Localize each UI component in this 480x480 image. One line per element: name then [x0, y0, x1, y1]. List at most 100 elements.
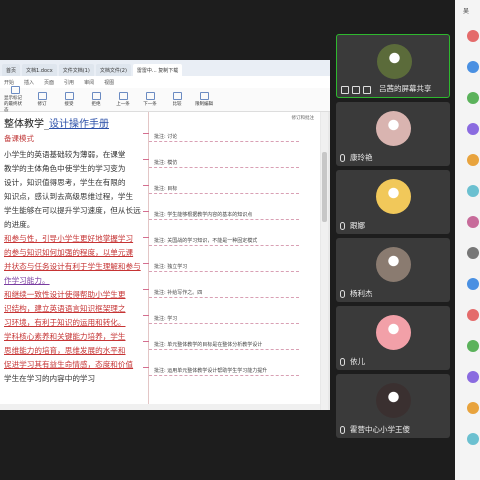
participant-tile[interactable]: 霍营中心小学王傻: [336, 374, 450, 438]
participant-tile[interactable]: 跟娜: [336, 170, 450, 234]
document-tab[interactable]: 文件文档(1): [58, 64, 94, 76]
attendee-avatar[interactable]: [467, 247, 479, 259]
toolbar-button[interactable]: 拒绝: [85, 92, 107, 107]
paragraph-line: 知识点，感认到去高级思维过程，学生: [4, 192, 134, 201]
horizontal-scrollbar[interactable]: [0, 404, 320, 410]
menu-item[interactable]: 视图: [104, 79, 114, 86]
paragraph-line: 学生能够在可以提升学习速度，但从长远: [4, 206, 141, 215]
menu-item[interactable]: 开始: [4, 79, 14, 86]
comment-connector: [143, 263, 149, 264]
comment-item[interactable]: 批注: 学习: [143, 312, 299, 324]
attendee-avatar[interactable]: [467, 123, 479, 135]
scrollbar-thumb[interactable]: [322, 152, 327, 222]
attendee-strip: [455, 0, 480, 480]
hand-photo-avatar: [376, 247, 411, 282]
attendee-avatar[interactable]: [467, 92, 479, 104]
toolbar-button-label: 显示标记的最终状态: [4, 96, 22, 113]
attendee-avatar[interactable]: [467, 371, 479, 383]
attendee-avatar[interactable]: [467, 61, 479, 73]
comment-item[interactable]: 批注: 独立学习: [143, 260, 299, 272]
comment-connector: [143, 133, 149, 134]
paragraph-line: 的进度。: [4, 220, 35, 229]
comment-item[interactable]: 批注: 学生能够根据教学内容的基本的知识点: [143, 208, 299, 220]
participant-name: 康玲艳: [350, 153, 373, 162]
toolbar-button[interactable]: 上一条: [112, 92, 134, 107]
restrict-icon: [199, 92, 209, 100]
document-tab[interactable]: 文档1.docx: [22, 64, 57, 76]
comment-connector: [143, 211, 149, 212]
menu-item[interactable]: 引用: [64, 79, 74, 86]
toolbar-button-label: 比较: [172, 102, 182, 107]
microphone-icon: [340, 358, 345, 366]
attendee-avatar[interactable]: [467, 433, 479, 445]
cartoon-girl-avatar: [376, 179, 411, 214]
screen-share-icon: [352, 86, 360, 94]
attendee-avatar[interactable]: [467, 340, 479, 352]
menu-item[interactable]: 审阅: [84, 79, 94, 86]
toolbar-button[interactable]: 修订: [31, 92, 53, 107]
paragraph-line: 的参与知识如何加强的程度，以单元课: [4, 248, 134, 257]
attendee-avatar[interactable]: [467, 154, 479, 166]
title-prefix: 整体教学: [4, 119, 44, 130]
menu-item[interactable]: 插入: [24, 79, 34, 86]
comment-item[interactable]: 批注: 模仿: [143, 156, 299, 168]
attendee-avatar[interactable]: [467, 30, 479, 42]
document-tab[interactable]: 首页: [2, 64, 21, 76]
paragraph-line: 并状态与任务设计有利于学生理解和参与: [4, 262, 141, 271]
paragraph-line: 教学的主体角色中使学生的学习变为: [4, 164, 126, 173]
vertical-scrollbar[interactable]: [321, 112, 328, 410]
toolbar-button-label: 限制编辑: [195, 102, 213, 107]
document-paragraphs: 小学生的英语基础较为薄弱，在课堂 教学的主体角色中使学生的学习变为 设计，知识值得思…: [4, 148, 148, 386]
attendee-avatar[interactable]: [467, 216, 479, 228]
comment-connector: [143, 341, 149, 342]
attendee-strip-label: 吴: [463, 8, 470, 15]
paragraph-line: 学生在学习的内容中的学习: [4, 374, 96, 383]
paragraph-line: 识结构，建立英语语言知识框架理之: [4, 304, 126, 313]
comment-connector: [143, 315, 149, 316]
comment-item[interactable]: 批注: 关国战的学习知识，不能是一种固定模式: [143, 234, 299, 246]
participant-tile[interactable]: 依儿: [336, 306, 450, 370]
comment-pane-header[interactable]: 修订和批注: [292, 115, 315, 121]
participant-tile[interactable]: 吕茜的屏幕共享: [336, 34, 450, 98]
comment-connector: [143, 367, 149, 368]
tree-photo-avatar: [377, 44, 412, 79]
attendee-avatar[interactable]: [467, 309, 479, 321]
participant-name: 霍营中心小学王傻: [350, 425, 410, 434]
markup-icon: [10, 86, 20, 94]
attendee-avatar[interactable]: [467, 278, 479, 290]
toolbar-button-label: 接受: [64, 102, 74, 107]
paragraph-line: 小学生的英语基础较为薄弱，在课堂: [4, 150, 126, 159]
document-text: 整体教学_设计操作手册 备课模式 小学生的英语基础较为薄弱，在课堂 教学的主体角色…: [0, 118, 148, 386]
paragraph-line: 思维能力的培育，思维发展的水平和: [4, 346, 126, 355]
comment-item[interactable]: 批注: 目标: [143, 182, 299, 194]
document-page: 整体教学_设计操作手册 备课模式 小学生的英语基础较为薄弱，在课堂 教学的主体角色…: [0, 112, 320, 410]
tab-bar: 首页 文档1.docx 文件文档(1) 文档文件(2) 雷雷中... 复制下载: [0, 60, 330, 76]
accept-icon: [64, 92, 74, 100]
participant-tile[interactable]: 康玲艳: [336, 102, 450, 166]
comment-item[interactable]: 批注: 讨论: [143, 130, 299, 142]
toolbar-button[interactable]: 限制编辑: [193, 92, 215, 107]
paragraph-line: 学科核心素养和关键能力培养，学生: [4, 332, 126, 341]
track-changes-icon: [37, 92, 47, 100]
toolbar-button[interactable]: 比较: [166, 92, 188, 107]
microphone-icon: [363, 86, 371, 94]
participant-name: 杨利杰: [350, 289, 373, 298]
document-tab[interactable]: 文档文件(2): [95, 64, 131, 76]
comment-item[interactable]: 批注: 单元整体教学的目标是在整体分析教学设计: [143, 338, 299, 350]
toolbar-button[interactable]: 接受: [58, 92, 80, 107]
comment-pane: 修订和批注 批注: 讨论 批注: 模仿 批注: 目标 批注: 学生能够根据教学内容的基…: [143, 112, 320, 410]
attendee-avatar[interactable]: [467, 402, 479, 414]
comment-item[interactable]: 批注: 补给写作之。四: [143, 286, 299, 298]
toolbar-button[interactable]: 显示标记的最终状态: [4, 86, 26, 113]
paragraph-line: 设计，知识值得思考，学生在有限的: [4, 178, 126, 187]
menu-item[interactable]: 页面: [44, 79, 54, 86]
shared-document-window: 首页 文档1.docx 文件文档(1) 文档文件(2) 雷雷中... 复制下载 开始 插入…: [0, 60, 330, 410]
comment-item[interactable]: 批注: 运用单元整体教学设计帮助学生学习能力提升: [143, 364, 299, 376]
paragraph-line: 和参与性，引导小学生更好地掌握学习: [4, 234, 134, 243]
document-tab[interactable]: 雷雷中... 复制下载: [132, 64, 183, 76]
microphone-icon: [340, 290, 345, 298]
participant-tile[interactable]: 杨利杰: [336, 238, 450, 302]
attendee-avatar[interactable]: [467, 185, 479, 197]
toolbar-button[interactable]: 下一条: [139, 92, 161, 107]
microphone-icon: [340, 222, 345, 230]
